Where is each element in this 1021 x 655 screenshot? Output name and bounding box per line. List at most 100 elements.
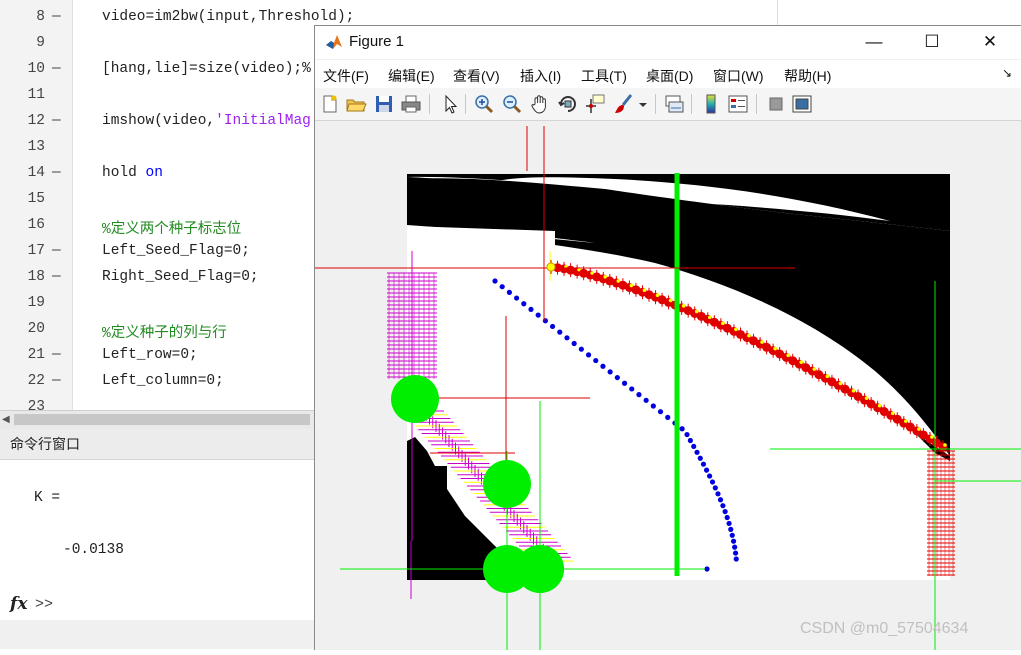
editor-horizontal-scrollbar[interactable]: ◀ <box>0 410 320 429</box>
menu-edit[interactable]: 编辑(E) <box>388 66 435 86</box>
data-cursor-icon[interactable] <box>584 93 606 115</box>
code-text[interactable]: Left_row=0; <box>102 347 198 363</box>
menu-view[interactable]: 查看(V) <box>453 66 500 86</box>
center-point <box>665 414 671 420</box>
colorbar-icon[interactable] <box>700 93 722 115</box>
new-figure-icon[interactable] <box>319 93 341 115</box>
center-point <box>726 520 732 527</box>
center-point <box>730 538 737 544</box>
line-number: 8 <box>36 9 45 25</box>
center-point <box>722 508 728 515</box>
center-point <box>697 455 703 461</box>
center-point <box>492 278 498 284</box>
command-prompt-line[interactable]: fx >> <box>0 590 320 620</box>
link-plot-icon[interactable] <box>663 93 685 115</box>
zoom-out-icon[interactable] <box>501 93 523 115</box>
scroll-left-arrow-icon[interactable]: ◀ <box>2 414 12 426</box>
code-text[interactable]: %定义两个种子标志位 <box>102 217 241 238</box>
zoom-in-icon[interactable] <box>473 93 495 115</box>
center-point <box>694 449 700 455</box>
edge-point-highlight <box>877 403 882 408</box>
breakpoint-dash[interactable]: — <box>52 9 61 25</box>
brush-dropdown-icon[interactable] <box>637 93 649 115</box>
command-window-title-bar[interactable]: 命令行窗口 <box>0 429 320 460</box>
breakpoint-dash[interactable]: — <box>52 243 61 259</box>
breakpoint-dash[interactable]: — <box>52 61 61 77</box>
breakpoint-dash[interactable]: — <box>52 165 61 181</box>
line-number: 23 <box>27 399 45 410</box>
watermark-text: CSDN @m0_57504634 <box>800 620 969 637</box>
show-plot-tools-icon[interactable] <box>791 93 813 115</box>
figure-title: Figure 1 <box>349 33 405 50</box>
line-number: 9 <box>36 35 45 51</box>
line-number: 15 <box>27 191 45 207</box>
center-point <box>557 329 563 335</box>
menu-file[interactable]: 文件(F) <box>323 66 369 86</box>
save-icon[interactable] <box>373 93 395 115</box>
code-text[interactable]: [hang,lie]=size(video);% <box>102 61 311 77</box>
menu-help[interactable]: 帮助(H) <box>784 66 831 86</box>
center-point <box>728 526 734 532</box>
pointer-icon[interactable] <box>439 93 461 115</box>
edge-point-highlight <box>917 427 921 431</box>
center-point <box>513 295 520 301</box>
code-text[interactable]: %定义种子的列与行 <box>102 321 227 342</box>
legend-icon[interactable] <box>727 93 749 115</box>
breakpoint-dash[interactable]: — <box>52 269 61 285</box>
open-file-icon[interactable] <box>345 93 367 115</box>
menu-window[interactable]: 窗口(W) <box>713 66 764 86</box>
center-point <box>712 485 718 491</box>
minimize-button[interactable]: — <box>845 26 903 59</box>
breakpoint-dash[interactable]: — <box>52 113 61 129</box>
rotate-3d-icon[interactable] <box>557 93 579 115</box>
line-number: 10 <box>27 61 45 77</box>
center-point <box>720 503 726 509</box>
figure-menu-bar: 文件(F) 编辑(E) 查看(V) 插入(I) 工具(T) 桌面(D) 窗口(W… <box>315 60 1021 88</box>
code-text[interactable]: Right_Seed_Flag=0; <box>102 269 259 285</box>
line-number: 11 <box>27 87 45 103</box>
start-point-marker <box>546 262 556 272</box>
edge-point-highlight <box>812 367 817 371</box>
center-point <box>679 426 685 432</box>
center-point <box>715 491 721 497</box>
brush-icon[interactable] <box>612 93 634 115</box>
code-text[interactable]: video=im2bw(input,Threshold); <box>102 9 354 25</box>
menu-insert[interactable]: 插入(I) <box>520 66 561 86</box>
menu-desktop[interactable]: 桌面(D) <box>646 66 693 86</box>
line-number: 22 <box>27 373 45 389</box>
function-browser-icon[interactable]: fx <box>10 594 27 614</box>
center-point <box>600 363 606 369</box>
hide-plot-tools-icon[interactable] <box>765 93 787 115</box>
close-button[interactable]: ✕ <box>961 26 1019 59</box>
pan-icon[interactable] <box>529 93 551 115</box>
center-point <box>607 369 613 375</box>
center-point <box>499 284 505 290</box>
breakpoint-dash[interactable]: — <box>52 373 61 389</box>
dock-arrow-icon[interactable]: ↘ <box>1002 66 1012 80</box>
print-icon[interactable] <box>400 93 422 115</box>
edge-point-highlight <box>708 315 712 320</box>
edge-point-highlight <box>930 435 934 439</box>
output-value-line: -0.0138 <box>63 542 124 558</box>
line-number: 14 <box>27 165 45 181</box>
edge-point-highlight <box>943 443 947 447</box>
code-text[interactable]: Left_column=0; <box>102 373 224 389</box>
edge-point-highlight <box>825 374 830 379</box>
scrollbar-thumb[interactable] <box>14 414 310 425</box>
code-text[interactable]: hold on <box>102 165 163 181</box>
menu-tools[interactable]: 工具(T) <box>581 66 627 86</box>
center-point <box>703 467 710 473</box>
toolbar-separator <box>655 94 656 114</box>
maximize-button[interactable]: ☐ <box>903 26 961 59</box>
center-point <box>585 352 592 358</box>
figure-axes-area[interactable] <box>315 121 1021 650</box>
center-point <box>564 335 570 341</box>
figure-title-bar[interactable]: Figure 1 — ☐ ✕ <box>315 26 1021 59</box>
figure-window[interactable]: Figure 1 — ☐ ✕ 文件(F) 编辑(E) 查看(V) 插入(I) 工… <box>314 25 1021 650</box>
breakpoint-dash[interactable]: — <box>52 347 61 363</box>
code-text[interactable]: imshow(video,'InitialMag <box>102 113 311 129</box>
binary-image-plot[interactable] <box>315 121 1021 650</box>
code-text[interactable]: Left_Seed_Flag=0; <box>102 243 250 259</box>
figure-toolbar <box>315 88 1021 121</box>
center-point <box>732 550 739 556</box>
